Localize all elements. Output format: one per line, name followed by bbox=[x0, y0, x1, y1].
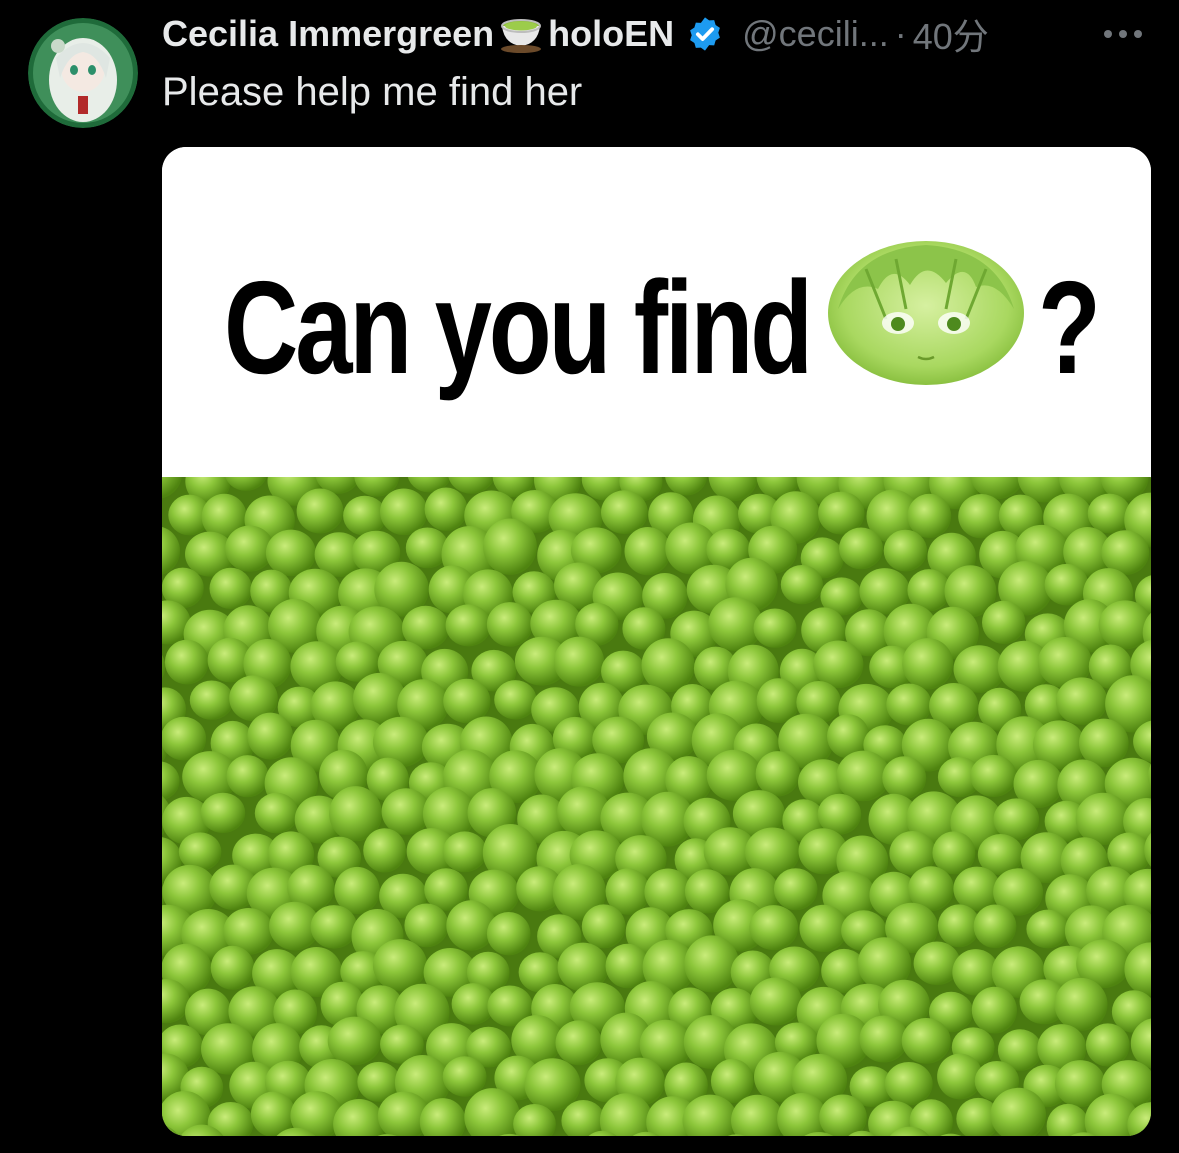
pea bbox=[839, 527, 883, 570]
pea bbox=[993, 798, 1040, 841]
pea bbox=[446, 900, 496, 951]
pea bbox=[254, 792, 299, 834]
pea bbox=[973, 904, 1017, 949]
pea bbox=[200, 792, 246, 834]
pea bbox=[836, 750, 891, 802]
pea bbox=[353, 672, 406, 725]
pea bbox=[749, 905, 799, 951]
pea bbox=[641, 638, 695, 693]
pea bbox=[1098, 600, 1151, 650]
pea bbox=[442, 1056, 487, 1097]
pea bbox=[813, 640, 864, 689]
tea-icon bbox=[498, 14, 544, 54]
pea bbox=[581, 904, 626, 949]
media-caption-area: Can you find ? bbox=[162, 147, 1151, 477]
pea bbox=[486, 912, 531, 956]
pea bbox=[882, 756, 927, 800]
pea bbox=[445, 604, 491, 647]
pea bbox=[883, 529, 928, 572]
tweet-timestamp[interactable]: 40分 bbox=[913, 8, 989, 60]
pea bbox=[799, 904, 848, 952]
more-dot bbox=[1119, 30, 1127, 38]
pea bbox=[970, 754, 1017, 798]
pea bbox=[343, 495, 387, 536]
pea bbox=[404, 903, 449, 948]
pea bbox=[443, 678, 491, 724]
pea bbox=[372, 939, 428, 991]
pea bbox=[907, 493, 952, 538]
pea bbox=[210, 945, 255, 990]
pea bbox=[1087, 493, 1131, 534]
author-avatar[interactable] bbox=[28, 18, 138, 128]
tweet-text: Please help me find her bbox=[162, 70, 583, 114]
pea bbox=[859, 1015, 909, 1063]
pea bbox=[494, 680, 537, 720]
pea bbox=[780, 565, 824, 605]
pea bbox=[884, 1062, 933, 1106]
pea bbox=[327, 1016, 382, 1066]
media-caption-question-mark: ? bbox=[1038, 253, 1101, 401]
pea bbox=[1044, 563, 1089, 606]
pea bbox=[971, 986, 1018, 1034]
pea bbox=[684, 935, 740, 993]
pea bbox=[178, 832, 222, 871]
pea bbox=[247, 712, 293, 760]
pea bbox=[442, 831, 487, 873]
pea bbox=[1055, 677, 1108, 725]
green-face-image bbox=[826, 239, 1026, 387]
pea bbox=[553, 636, 605, 687]
pea bbox=[1026, 909, 1069, 949]
pea bbox=[310, 905, 358, 949]
pea bbox=[601, 490, 648, 535]
pea bbox=[749, 977, 802, 1026]
tweet-header: Cecilia Immergreen holoEN @cecili... · 4… bbox=[162, 12, 1162, 57]
tweet[interactable]: Cecilia Immergreen holoEN @cecili... · 4… bbox=[0, 0, 1179, 1153]
pea bbox=[296, 488, 344, 534]
pea bbox=[226, 755, 269, 798]
pea bbox=[265, 529, 316, 577]
author-handle[interactable]: @cecili... bbox=[742, 13, 889, 55]
pea bbox=[1054, 977, 1108, 1031]
pea bbox=[1085, 1023, 1130, 1067]
dot-separator: · bbox=[894, 13, 907, 54]
pea bbox=[555, 1020, 602, 1066]
author-display-name[interactable]: Cecilia Immergreen holoEN bbox=[162, 13, 724, 55]
pea bbox=[624, 527, 671, 576]
pea bbox=[901, 1018, 951, 1064]
more-dot bbox=[1104, 30, 1112, 38]
pea bbox=[424, 487, 468, 531]
pea bbox=[756, 678, 800, 724]
verified-badge-icon bbox=[686, 15, 724, 53]
peas-photo bbox=[162, 477, 1151, 1136]
pea bbox=[483, 518, 537, 575]
pea bbox=[189, 680, 234, 720]
media-caption: Can you find bbox=[224, 253, 813, 401]
tweet-media-image[interactable]: Can you find ? bbox=[162, 147, 1151, 1136]
pea bbox=[380, 488, 428, 536]
author-name: Cecilia Immergreen bbox=[162, 13, 495, 54]
pea bbox=[755, 751, 800, 797]
author-name-suffix: holoEN bbox=[548, 13, 675, 54]
pea bbox=[164, 639, 209, 685]
pea bbox=[982, 600, 1026, 644]
more-dot bbox=[1134, 30, 1142, 38]
pea bbox=[773, 868, 818, 911]
more-horizontal-icon[interactable] bbox=[1097, 14, 1149, 54]
pea bbox=[486, 602, 533, 647]
pea bbox=[209, 567, 252, 610]
pea bbox=[753, 608, 797, 648]
pea bbox=[363, 828, 406, 873]
pea bbox=[902, 638, 954, 690]
